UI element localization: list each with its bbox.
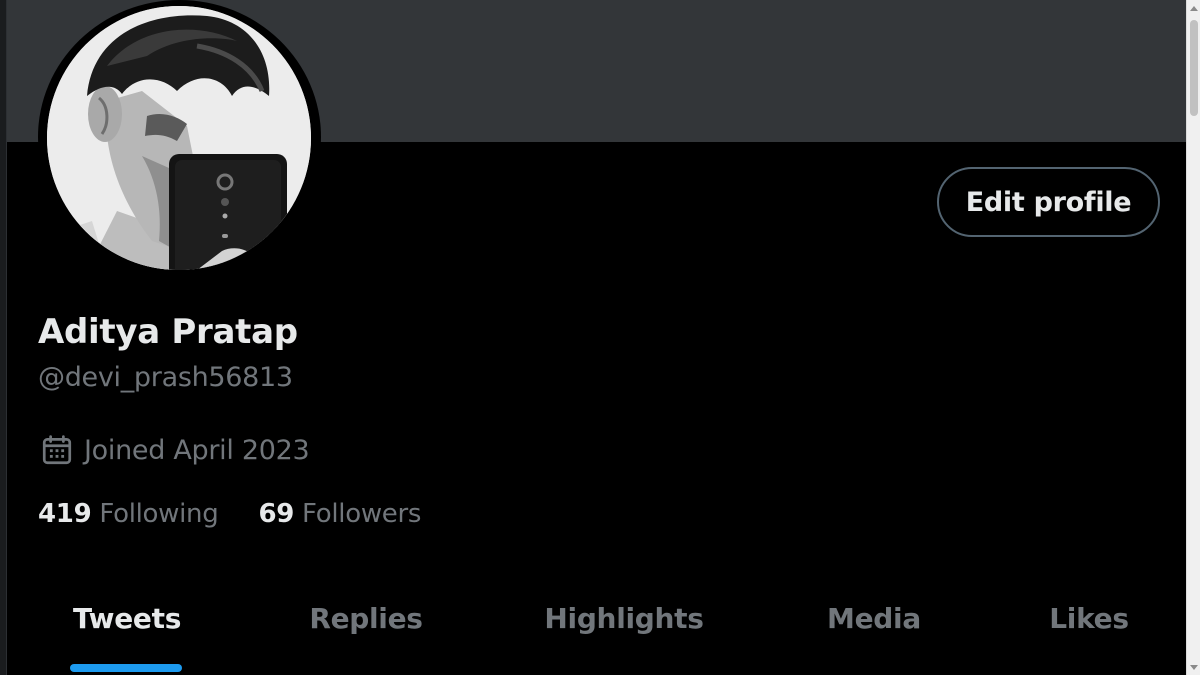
tab-highlights[interactable]: Highlights [544,602,704,635]
follow-stats: 419 Following 69 Followers [38,499,421,529]
following-label: Following [99,499,219,529]
active-tab-indicator [70,664,182,672]
tab-tweets[interactable]: Tweets [73,602,181,635]
tab-media[interactable]: Media [827,602,921,635]
scrollbar-thumb[interactable] [1190,20,1198,116]
vertical-scrollbar[interactable] [1186,0,1200,675]
followers-link[interactable]: 69 Followers [258,499,421,529]
following-link[interactable]: 419 Following [38,499,219,529]
following-count: 419 [38,499,92,529]
display-name: Aditya Pratap [38,312,298,352]
tab-replies[interactable]: Replies [309,602,423,635]
tab-likes[interactable]: Likes [1049,602,1129,635]
calendar-icon [42,435,72,465]
joined-text: Joined April 2023 [84,434,310,466]
user-handle: @devi_prash56813 [38,362,293,393]
joined-date: Joined April 2023 [40,433,310,467]
avatar[interactable] [38,0,321,274]
window-edge [0,0,7,675]
scroll-up-arrow-icon[interactable] [1187,0,1200,16]
avatar-portrait-image [47,6,311,270]
avatar-photo [47,6,311,270]
followers-label: Followers [302,499,422,529]
edit-profile-button[interactable]: Edit profile [937,167,1160,237]
scroll-down-arrow-icon[interactable] [1187,659,1200,675]
profile-tabs: Tweets Replies Highlights Media Likes [7,590,1186,675]
followers-count: 69 [258,499,295,529]
profile-page: Edit profile Aditya Pratap @devi_prash56… [0,0,1200,675]
